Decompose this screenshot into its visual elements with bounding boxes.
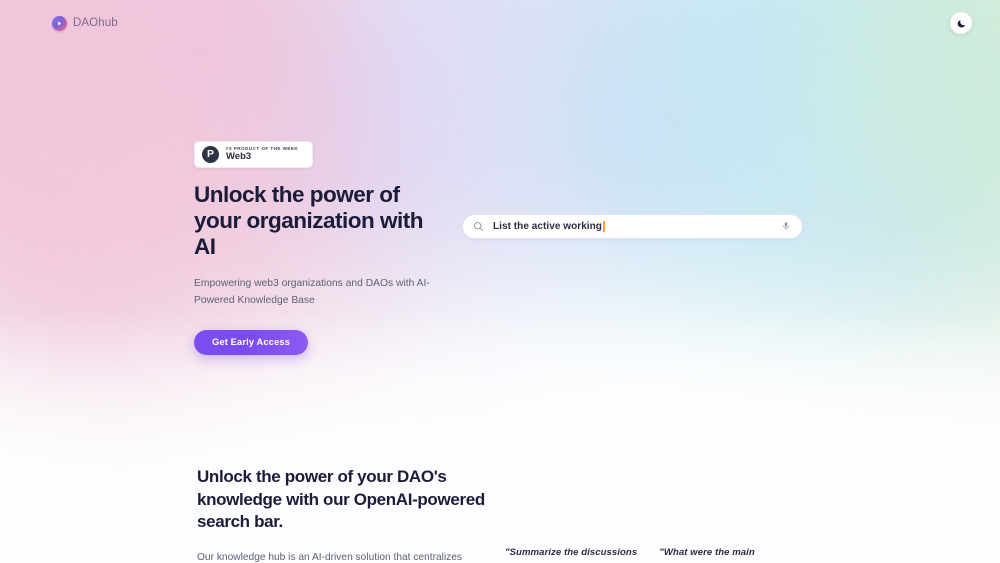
product-hunt-badge[interactable]: P #3 PRODUCT OF THE WEEK Web3 — [194, 141, 314, 168]
product-hunt-badge-texts: #3 PRODUCT OF THE WEEK Web3 — [226, 146, 298, 163]
hero-section: P #3 PRODUCT OF THE WEEK Web3 Unlock the… — [0, 0, 1000, 430]
example-query-card[interactable]: "What were the main — [659, 546, 755, 560]
example-query-card[interactable]: "Summarize the discussions — [505, 546, 637, 560]
knowledge-hub-content: Unlock the power of your DAO's knowledge… — [197, 466, 497, 563]
dark-mode-toggle[interactable] — [950, 12, 972, 34]
text-cursor — [602, 221, 605, 232]
product-hunt-icon: P — [202, 146, 219, 163]
moon-icon — [957, 16, 966, 31]
brand-name: DAOhub — [73, 17, 118, 29]
daohub-play-circle-icon — [52, 15, 67, 31]
example-queries: "Summarize the discussions "What were th… — [505, 546, 755, 560]
site-header: DAOhub — [0, 0, 1000, 46]
voice-search-button[interactable] — [778, 219, 793, 234]
brand-logo[interactable]: DAOhub — [52, 15, 118, 31]
product-hunt-badge-title: Web3 — [226, 151, 252, 163]
microphone-icon — [781, 219, 791, 234]
hero-content: P #3 PRODUCT OF THE WEEK Web3 Unlock the… — [194, 141, 454, 355]
search-input-value: List the active working — [493, 221, 602, 232]
section-heading: Unlock the power of your DAO's knowledge… — [197, 467, 485, 532]
section-body-text: Our knowledge hub is an AI-driven soluti… — [197, 551, 463, 563]
search-input[interactable]: List the active working — [493, 221, 778, 232]
get-early-access-button[interactable]: Get Early Access — [194, 329, 309, 355]
search-icon — [473, 221, 484, 232]
hero-subheading: Empowering web3 organizations and DAOs w… — [194, 278, 430, 306]
search-bar[interactable]: List the active working — [462, 214, 803, 239]
hero-heading: Unlock the power of your organization wi… — [194, 182, 424, 260]
